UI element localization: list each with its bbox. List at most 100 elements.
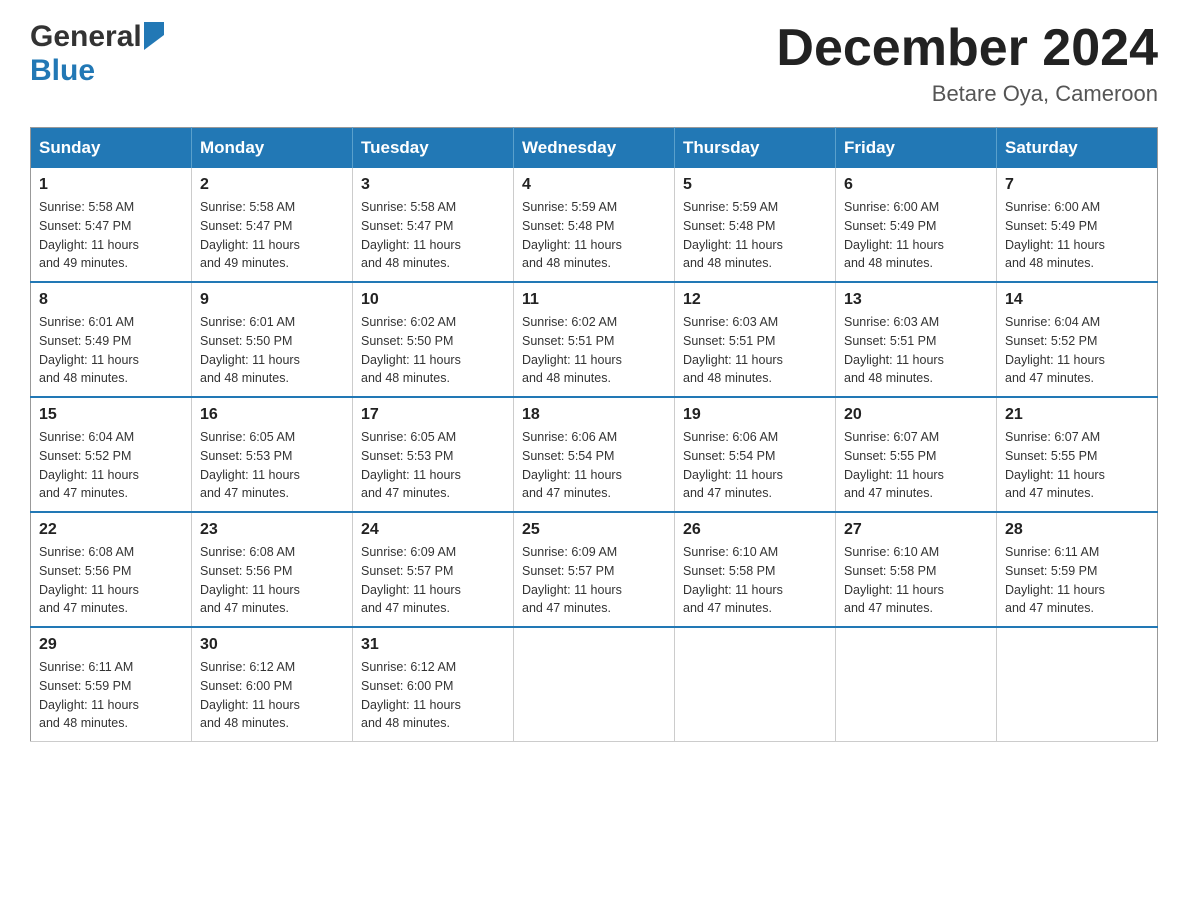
table-row [997,627,1158,742]
day-info: Sunrise: 6:03 AMSunset: 5:51 PMDaylight:… [844,313,988,388]
day-info: Sunrise: 5:58 AMSunset: 5:47 PMDaylight:… [39,198,183,273]
day-number: 19 [683,406,827,424]
day-number: 13 [844,291,988,309]
day-info: Sunrise: 5:58 AMSunset: 5:47 PMDaylight:… [361,198,505,273]
day-number: 14 [1005,291,1149,309]
day-info: Sunrise: 6:10 AMSunset: 5:58 PMDaylight:… [844,543,988,618]
day-number: 25 [522,521,666,539]
day-number: 17 [361,406,505,424]
header-thursday: Thursday [675,128,836,169]
day-info: Sunrise: 6:06 AMSunset: 5:54 PMDaylight:… [522,428,666,503]
calendar-table: Sunday Monday Tuesday Wednesday Thursday… [30,127,1158,742]
day-info: Sunrise: 6:12 AMSunset: 6:00 PMDaylight:… [200,658,344,733]
calendar-week-row: 29 Sunrise: 6:11 AMSunset: 5:59 PMDaylig… [31,627,1158,742]
location-subtitle: Betare Oya, Cameroon [776,81,1158,107]
table-row: 2 Sunrise: 5:58 AMSunset: 5:47 PMDayligh… [192,168,353,282]
table-row: 11 Sunrise: 6:02 AMSunset: 5:51 PMDaylig… [514,282,675,397]
table-row: 26 Sunrise: 6:10 AMSunset: 5:58 PMDaylig… [675,512,836,627]
table-row: 29 Sunrise: 6:11 AMSunset: 5:59 PMDaylig… [31,627,192,742]
header-sunday: Sunday [31,128,192,169]
day-number: 8 [39,291,183,309]
table-row: 3 Sunrise: 5:58 AMSunset: 5:47 PMDayligh… [353,168,514,282]
table-row: 30 Sunrise: 6:12 AMSunset: 6:00 PMDaylig… [192,627,353,742]
day-info: Sunrise: 6:09 AMSunset: 5:57 PMDaylight:… [361,543,505,618]
table-row: 21 Sunrise: 6:07 AMSunset: 5:55 PMDaylig… [997,397,1158,512]
day-info: Sunrise: 6:02 AMSunset: 5:51 PMDaylight:… [522,313,666,388]
day-info: Sunrise: 6:11 AMSunset: 5:59 PMDaylight:… [39,658,183,733]
day-info: Sunrise: 6:08 AMSunset: 5:56 PMDaylight:… [200,543,344,618]
table-row: 22 Sunrise: 6:08 AMSunset: 5:56 PMDaylig… [31,512,192,627]
day-info: Sunrise: 6:03 AMSunset: 5:51 PMDaylight:… [683,313,827,388]
day-number: 30 [200,636,344,654]
day-number: 11 [522,291,666,309]
day-number: 24 [361,521,505,539]
table-row: 14 Sunrise: 6:04 AMSunset: 5:52 PMDaylig… [997,282,1158,397]
table-row: 24 Sunrise: 6:09 AMSunset: 5:57 PMDaylig… [353,512,514,627]
day-info: Sunrise: 5:58 AMSunset: 5:47 PMDaylight:… [200,198,344,273]
table-row [514,627,675,742]
day-number: 16 [200,406,344,424]
logo-flag-icon [144,22,172,50]
day-info: Sunrise: 6:11 AMSunset: 5:59 PMDaylight:… [1005,543,1149,618]
month-title: December 2024 [776,20,1158,77]
day-info: Sunrise: 6:00 AMSunset: 5:49 PMDaylight:… [1005,198,1149,273]
table-row: 19 Sunrise: 6:06 AMSunset: 5:54 PMDaylig… [675,397,836,512]
day-info: Sunrise: 6:07 AMSunset: 5:55 PMDaylight:… [844,428,988,503]
days-header-row: Sunday Monday Tuesday Wednesday Thursday… [31,128,1158,169]
day-info: Sunrise: 6:10 AMSunset: 5:58 PMDaylight:… [683,543,827,618]
day-info: Sunrise: 6:04 AMSunset: 5:52 PMDaylight:… [39,428,183,503]
day-number: 21 [1005,406,1149,424]
day-info: Sunrise: 6:05 AMSunset: 5:53 PMDaylight:… [200,428,344,503]
table-row: 6 Sunrise: 6:00 AMSunset: 5:49 PMDayligh… [836,168,997,282]
table-row: 15 Sunrise: 6:04 AMSunset: 5:52 PMDaylig… [31,397,192,512]
table-row: 23 Sunrise: 6:08 AMSunset: 5:56 PMDaylig… [192,512,353,627]
day-number: 2 [200,176,344,194]
day-info: Sunrise: 5:59 AMSunset: 5:48 PMDaylight:… [683,198,827,273]
day-number: 12 [683,291,827,309]
day-number: 15 [39,406,183,424]
day-number: 31 [361,636,505,654]
table-row: 16 Sunrise: 6:05 AMSunset: 5:53 PMDaylig… [192,397,353,512]
day-number: 9 [200,291,344,309]
day-number: 5 [683,176,827,194]
day-info: Sunrise: 6:01 AMSunset: 5:49 PMDaylight:… [39,313,183,388]
day-number: 18 [522,406,666,424]
logo-general-text: General [30,20,142,54]
day-number: 4 [522,176,666,194]
day-info: Sunrise: 6:05 AMSunset: 5:53 PMDaylight:… [361,428,505,503]
calendar-week-row: 22 Sunrise: 6:08 AMSunset: 5:56 PMDaylig… [31,512,1158,627]
table-row: 12 Sunrise: 6:03 AMSunset: 5:51 PMDaylig… [675,282,836,397]
day-number: 26 [683,521,827,539]
table-row: 10 Sunrise: 6:02 AMSunset: 5:50 PMDaylig… [353,282,514,397]
day-info: Sunrise: 6:02 AMSunset: 5:50 PMDaylight:… [361,313,505,388]
table-row: 31 Sunrise: 6:12 AMSunset: 6:00 PMDaylig… [353,627,514,742]
calendar-week-row: 8 Sunrise: 6:01 AMSunset: 5:49 PMDayligh… [31,282,1158,397]
calendar-week-row: 15 Sunrise: 6:04 AMSunset: 5:52 PMDaylig… [31,397,1158,512]
day-number: 29 [39,636,183,654]
header-friday: Friday [836,128,997,169]
header-tuesday: Tuesday [353,128,514,169]
logo-blue-text: Blue [30,54,95,87]
day-info: Sunrise: 6:08 AMSunset: 5:56 PMDaylight:… [39,543,183,618]
header-saturday: Saturday [997,128,1158,169]
day-number: 28 [1005,521,1149,539]
day-number: 3 [361,176,505,194]
logo: General Blue [30,20,172,88]
day-number: 22 [39,521,183,539]
table-row: 13 Sunrise: 6:03 AMSunset: 5:51 PMDaylig… [836,282,997,397]
day-info: Sunrise: 6:01 AMSunset: 5:50 PMDaylight:… [200,313,344,388]
day-info: Sunrise: 6:00 AMSunset: 5:49 PMDaylight:… [844,198,988,273]
table-row: 7 Sunrise: 6:00 AMSunset: 5:49 PMDayligh… [997,168,1158,282]
table-row: 1 Sunrise: 5:58 AMSunset: 5:47 PMDayligh… [31,168,192,282]
table-row: 28 Sunrise: 6:11 AMSunset: 5:59 PMDaylig… [997,512,1158,627]
day-number: 23 [200,521,344,539]
table-row: 4 Sunrise: 5:59 AMSunset: 5:48 PMDayligh… [514,168,675,282]
calendar-week-row: 1 Sunrise: 5:58 AMSunset: 5:47 PMDayligh… [31,168,1158,282]
table-row: 20 Sunrise: 6:07 AMSunset: 5:55 PMDaylig… [836,397,997,512]
table-row: 8 Sunrise: 6:01 AMSunset: 5:49 PMDayligh… [31,282,192,397]
day-number: 20 [844,406,988,424]
day-number: 1 [39,176,183,194]
header-monday: Monday [192,128,353,169]
day-number: 27 [844,521,988,539]
day-number: 7 [1005,176,1149,194]
